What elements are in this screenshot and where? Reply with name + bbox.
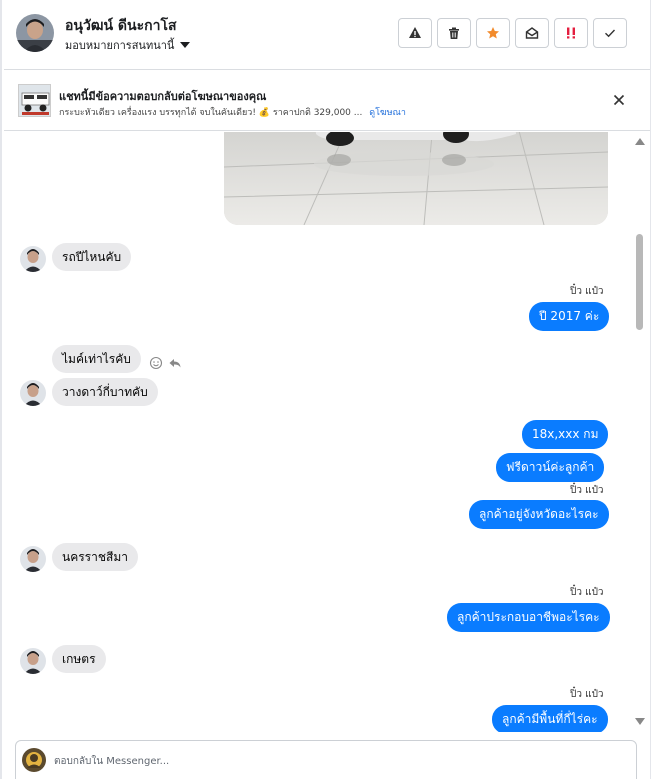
assign-label: มอบหมายการสนทนานี้ (65, 39, 175, 52)
conversation-header: อนุวัฒน์ ดีนะกาโส มอบหมายการสนทนานี้ (4, 0, 650, 70)
page-avatar (22, 748, 46, 772)
chevron-down-icon (180, 42, 191, 48)
reply-icon[interactable] (168, 356, 182, 370)
mark-unread-icon (525, 27, 539, 39)
ad-banner-title: แชทนี้มีข้อความตอบกลับต่อโฆษณาของคุณ (59, 90, 267, 103)
message-thread[interactable]: รถปีไหนคับ ปิ๋ว แป๋ว ปี 2017 ค่ะ ไมค์เท่… (4, 132, 634, 732)
incoming-message[interactable]: ไมค์เท่าไรคับ (52, 345, 141, 373)
contact-avatar-small (20, 648, 46, 674)
incoming-message[interactable]: วางดาว์กี่บาทคับ (52, 378, 158, 406)
close-icon[interactable] (610, 91, 628, 109)
reply-composer (15, 740, 637, 779)
ad-thumbnail[interactable] (18, 84, 51, 117)
seen-indicator: ปิ๋ว แป๋ว (570, 286, 604, 297)
ad-description-text: กระบะหัวเดียว เครื่องแรง บรรทุกได้ จบในค… (59, 108, 363, 118)
contact-avatar-small (20, 246, 46, 272)
outgoing-message[interactable]: 18x,xxx กม (522, 420, 609, 449)
incoming-message[interactable]: นครราชสีมา (52, 543, 138, 571)
assign-conversation-dropdown[interactable]: มอบหมายการสนทนานี้ (65, 36, 191, 54)
scroll-down-arrow-icon[interactable] (635, 718, 645, 725)
outgoing-message[interactable]: ลูกค้ามีพื้นที่กี่ไร่คะ (492, 705, 608, 732)
view-ad-link[interactable]: ดูโฆษณา (369, 108, 406, 118)
done-icon (605, 29, 616, 38)
contact-avatar-small (20, 546, 46, 572)
outgoing-message[interactable]: ปี 2017 ค่ะ (529, 302, 610, 331)
trash-icon (449, 27, 459, 39)
message-scrollbar[interactable] (634, 132, 646, 732)
spam-icon (409, 27, 421, 38)
photo-message[interactable] (224, 132, 608, 225)
ad-banner-description: กระบะหัวเดียว เครื่องแรง บรรทุกได้ จบในค… (59, 105, 406, 119)
spam-button[interactable] (398, 18, 432, 48)
star-icon (487, 27, 499, 39)
incoming-message[interactable]: เกษตร (52, 645, 106, 673)
react-emoji-icon[interactable] (149, 356, 163, 370)
outgoing-message[interactable]: ลูกค้าประกอบอาชีพอะไรคะ (447, 603, 610, 632)
conversation-actions (398, 18, 627, 48)
done-button[interactable] (593, 18, 627, 48)
scrollbar-thumb[interactable] (636, 234, 643, 330)
outgoing-message[interactable]: ฟรีดาวน์ค่ะลูกค้า (496, 453, 605, 482)
reply-input[interactable] (54, 752, 614, 770)
star-button[interactable] (476, 18, 510, 48)
important-icon (567, 27, 575, 39)
conversation-panel: อนุวัฒน์ ดีนะกาโส มอบหมายการสนทนานี้ แชท… (0, 0, 651, 779)
contact-avatar[interactable] (16, 14, 54, 52)
seen-indicator: ปิ๋ว แป๋ว (570, 587, 604, 598)
seen-indicator: ปิ๋ว แป๋ว (570, 689, 604, 700)
contact-name: อนุวัฒน์ ดีนะกาโส (65, 18, 177, 34)
incoming-message[interactable]: รถปีไหนคับ (52, 243, 132, 271)
outgoing-message[interactable]: ลูกค้าอยู่จังหวัดอะไรคะ (469, 500, 609, 529)
mark-unread-button[interactable] (515, 18, 549, 48)
ad-reply-banner: แชทนี้มีข้อความตอบกลับต่อโฆษณาของคุณ กระ… (4, 71, 650, 131)
important-button[interactable] (554, 18, 588, 48)
seen-indicator: ปิ๋ว แป๋ว (570, 485, 604, 496)
scroll-up-arrow-icon[interactable] (635, 138, 645, 145)
delete-button[interactable] (437, 18, 471, 48)
contact-avatar-small (20, 380, 46, 406)
